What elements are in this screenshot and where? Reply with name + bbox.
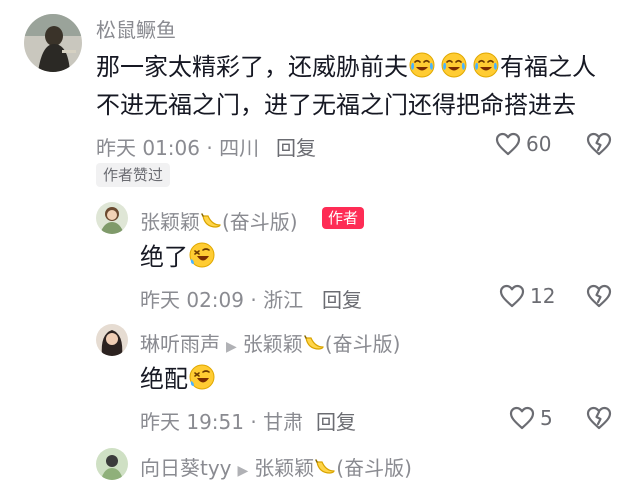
broken-heart-icon: [585, 130, 613, 158]
like-count: 60: [526, 132, 552, 156]
banana-icon: [200, 210, 222, 232]
tears-of-joy-emoji: [440, 51, 468, 79]
reply-button[interactable]: 回复: [276, 132, 316, 161]
banana-icon: [314, 456, 336, 478]
avatar[interactable]: [96, 324, 128, 356]
heart-outline-icon: [498, 282, 526, 310]
broken-heart-icon: [585, 282, 613, 310]
rolling-laugh-emoji: [188, 241, 216, 269]
reply-to-username[interactable]: 张颖颖: [254, 456, 314, 480]
avatar[interactable]: [96, 202, 128, 234]
comment-meta: 昨天 01:06 · 四川: [96, 136, 260, 160]
comment-username[interactable]: 松鼠鳜鱼: [96, 14, 176, 43]
reply-to-suffix: (奋斗版): [336, 456, 412, 480]
reply-username: 向日葵tyy ▶ 张颖颖 (奋斗版): [140, 452, 412, 481]
comment-text-part: 那一家太精彩了，还威胁前夫: [96, 53, 408, 81]
comment-text-line2: 不进无福之门，进了无福之门还得把命搭进去: [96, 91, 576, 119]
play-triangle-icon: ▶: [237, 463, 249, 479]
rolling-laugh-emoji: [188, 363, 216, 391]
dislike-button[interactable]: [585, 130, 613, 158]
tears-of-joy-emoji: [472, 51, 500, 79]
like-count: 12: [530, 284, 556, 308]
like-count: 5: [540, 406, 553, 430]
heart-outline-icon: [508, 404, 536, 432]
like-button[interactable]: 5: [508, 404, 553, 432]
dislike-button[interactable]: [585, 404, 613, 432]
reply-button[interactable]: 回复: [316, 406, 356, 435]
comment-meta: 昨天 19:51 · 甘肃: [140, 410, 304, 434]
reply-username: 琳听雨声 ▶ 张颖颖 (奋斗版): [140, 328, 400, 357]
tears-of-joy-emoji: [408, 51, 436, 79]
reply-text: 绝配: [140, 361, 216, 397]
reply-button[interactable]: 回复: [322, 284, 362, 313]
broken-heart-icon: [585, 404, 613, 432]
comment-text: 那一家太精彩了，还威胁前夫 有福之人: [96, 49, 596, 85]
author-tag: 作者: [322, 207, 365, 229]
dislike-button[interactable]: [585, 282, 613, 310]
reply-to-suffix: (奋斗版): [324, 332, 401, 356]
reply-username-suffix: (奋斗版): [222, 210, 298, 234]
play-triangle-icon: ▶: [226, 339, 237, 355]
banana-icon: [303, 332, 325, 354]
reply-to-username[interactable]: 张颖颖: [243, 332, 303, 356]
reply-username-text[interactable]: 张颖颖: [140, 210, 200, 234]
like-button[interactable]: 12: [498, 282, 555, 310]
reply-username-text[interactable]: 向日葵tyy: [140, 456, 232, 480]
like-button[interactable]: 60: [494, 130, 551, 158]
reply-text-part: 绝了: [140, 243, 188, 271]
comment-text-part: 有福之人: [500, 53, 596, 81]
reply-username-text[interactable]: 琳听雨声: [140, 332, 220, 356]
reply-username: 张颖颖 (奋斗版): [140, 206, 298, 235]
comment-meta: 昨天 02:09 · 浙江: [140, 288, 304, 312]
heart-outline-icon: [494, 130, 522, 158]
author-liked-badge: 作者赞过: [96, 163, 171, 187]
avatar[interactable]: [96, 448, 128, 480]
reply-text-part: 绝配: [140, 365, 188, 393]
reply-text: 绝了: [140, 239, 216, 275]
avatar[interactable]: [24, 14, 82, 72]
